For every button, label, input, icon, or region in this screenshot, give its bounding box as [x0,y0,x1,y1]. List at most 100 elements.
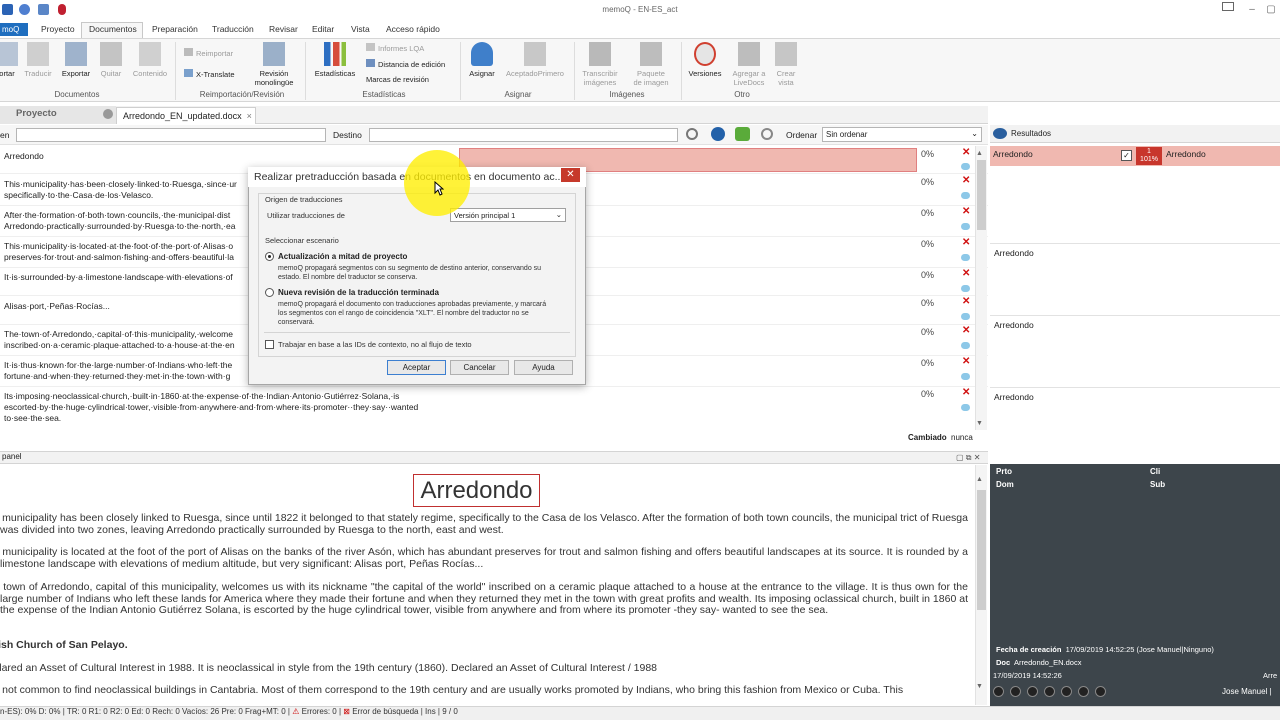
source-filter-input[interactable] [16,128,326,142]
opt1-title[interactable]: Actualización a mitad de proyecto [278,252,407,261]
chevron-down-icon: ⌄ [971,129,978,138]
informes-lqa-button[interactable]: Informes LQA [366,43,424,53]
preview-header: panel [0,451,988,464]
contenido-button[interactable]: Contenido [129,42,171,78]
scroll-down-icon[interactable]: ▼ [976,683,983,690]
grid-scroll-thumb[interactable] [977,160,986,230]
menu-editar[interactable]: Editar [312,24,334,34]
control-dot-icon[interactable] [1061,686,1072,697]
menu-proyecto[interactable]: Proyecto [41,24,75,34]
comment-icon[interactable] [961,192,970,199]
reimportar-button[interactable]: Reimportar [184,48,233,58]
zoom-icon[interactable] [761,128,773,140]
ribbon-separator [175,42,176,100]
tab-proyecto[interactable]: Proyecto [0,106,116,124]
ribbon-separator [681,42,682,100]
cancel-button[interactable]: Cancelar [450,360,509,375]
comment-icon[interactable] [961,404,970,411]
control-dot-icon[interactable] [1095,686,1106,697]
menu-documentos[interactable]: Documentos [89,24,137,34]
distancia-edicion-button[interactable]: Distancia de edición [366,59,445,69]
settings-gear-icon[interactable] [711,127,725,141]
paquete-imagen-button[interactable]: Paquete de imagen [628,42,674,87]
exportar-button[interactable]: Exportar [59,42,93,78]
preview-scroll-thumb[interactable] [977,490,986,610]
comment-icon[interactable] [961,163,970,170]
dialog-close-button[interactable]: ✕ [561,168,580,182]
group-otro: Otro [734,90,750,99]
comment-icon[interactable] [961,342,970,349]
add-filter-icon[interactable] [735,127,750,141]
menu-acceso-rapido[interactable]: Acceso rápido [386,24,440,34]
crear-vista-button[interactable]: Crear vista [772,42,800,87]
close-circle-icon[interactable] [103,109,113,119]
escenario-label: Seleccionar escenario [265,236,339,245]
tab-document[interactable]: Arredondo_EN_updated.docx × [116,107,256,124]
scroll-up-icon[interactable]: ▲ [976,150,983,157]
search-error-icon: ⊠ [343,707,350,716]
lqa-icon [366,43,375,51]
control-dot-icon[interactable] [1010,686,1021,697]
meta-cli: Cli [1150,467,1161,476]
versiones-button[interactable]: Versiones [686,42,724,78]
radio-actualizacion[interactable] [265,252,274,261]
playback-controls[interactable] [993,686,1123,698]
transcribir-imagenes-button[interactable]: Transcribir imágenes [578,42,622,87]
xtranslate-button[interactable]: X-Translate [184,69,235,79]
match-percent: 0% [921,149,935,159]
usar-label: Utilizar traducciones de [267,211,345,220]
maximize-button[interactable]: ▢ [1263,3,1279,17]
help-button[interactable]: Ayuda [514,360,573,375]
transcribe-icon [589,42,611,66]
window-title: memoQ - EN-ES_act [602,5,678,14]
target-filter-input[interactable] [369,128,678,142]
minimize-button[interactable]: – [1244,3,1260,17]
control-dot-icon[interactable] [1078,686,1089,697]
radio-nueva-revision[interactable] [265,288,274,297]
tab-close-icon[interactable]: × [247,111,252,121]
comment-icon[interactable] [961,285,970,292]
control-dot-icon[interactable] [1044,686,1055,697]
accept-button[interactable]: Aceptar [387,360,446,375]
monitor-icon[interactable] [1222,2,1234,11]
traducir-button[interactable]: Traducir [22,42,54,78]
marcas-revision-button[interactable]: Marcas de revisión [366,75,429,84]
result-source: Arredondo [993,149,1033,159]
filter-search-icon[interactable] [686,128,698,140]
control-dot-icon[interactable] [993,686,1004,697]
importar-button[interactable]: ortar [0,42,18,78]
scroll-down-icon[interactable]: ▼ [976,420,983,427]
result-hit-row[interactable] [990,146,1280,166]
create-view-icon [775,42,797,66]
meta-sub: Sub [1150,480,1166,489]
menu-traduccion[interactable]: Traducción [212,24,254,34]
comment-icon[interactable] [961,373,970,380]
asignar-button[interactable]: Asignar [465,42,499,78]
menu-file[interactable]: moQ [0,23,28,36]
quitar-button[interactable]: Quitar [97,42,125,78]
estadisticas-button[interactable]: Estadísticas [312,42,358,78]
export-icon [65,42,87,66]
aceptado-primero-button[interactable]: AceptadoPrimero [503,42,567,78]
sort-select[interactable]: Sin ordenar ⌄ [822,127,982,142]
context-ids-checkbox[interactable] [265,340,274,349]
comment-icon[interactable] [961,254,970,261]
opt2-title[interactable]: Nueva revisión de la traducción terminad… [278,288,439,297]
ribbon-separator [305,42,306,100]
scroll-up-icon[interactable]: ▲ [976,476,983,483]
segment-source[interactable]: Arredondo [4,151,454,162]
preview-window-controls[interactable]: ▢ ⧉ ✕ [956,453,980,463]
segment-source[interactable]: Its·imposing·neoclassical·church,·built·… [4,391,454,424]
comment-icon[interactable] [961,313,970,320]
agregar-livedocs-button[interactable]: Agregar a LiveDocs [729,42,769,87]
menu-revisar[interactable]: Revisar [269,24,298,34]
usar-select[interactable]: Versión principal 1 ⌄ [450,208,566,222]
document-revision-icon [263,42,285,66]
errors-icon: ⚠ [292,707,300,716]
comment-icon[interactable] [961,223,970,230]
match-percent: 0% [921,177,935,187]
revision-monolingue-button[interactable]: Revisión monolingüe [246,42,302,87]
menu-vista[interactable]: Vista [351,24,370,34]
control-dot-icon[interactable] [1027,686,1038,697]
menu-preparacion[interactable]: Preparación [152,24,198,34]
